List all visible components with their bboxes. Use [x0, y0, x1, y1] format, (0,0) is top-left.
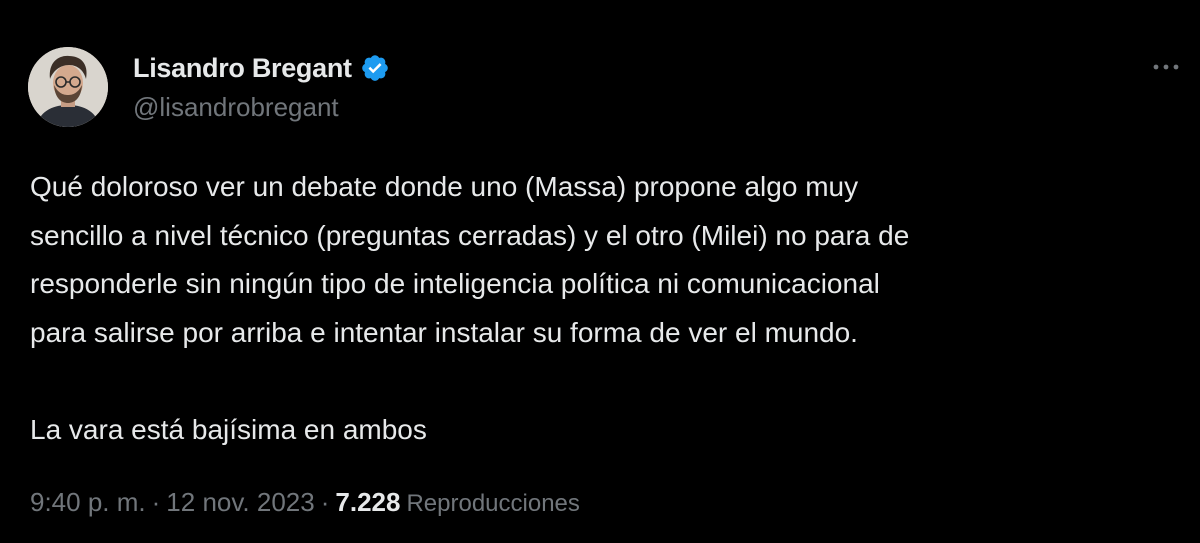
meta-separator: ·: [320, 487, 330, 517]
avatar[interactable]: [28, 47, 108, 127]
avatar-image: [28, 47, 108, 127]
author-handle[interactable]: @lisandrobregant: [133, 92, 339, 123]
more-options-button[interactable]: [1146, 50, 1186, 86]
tweet-card: Lisandro Bregant @lisandrobregant Qué do…: [0, 0, 1200, 543]
author-display-name[interactable]: Lisandro Bregant: [133, 53, 352, 84]
more-horizontal-icon: [1151, 59, 1181, 77]
tweet-meta: 9:40 p. m. · 12 nov. 2023 · 7.228 Reprod…: [30, 487, 580, 518]
meta-separator: ·: [151, 487, 161, 517]
verified-badge-icon[interactable]: [360, 53, 390, 83]
tweet-time[interactable]: 9:40 p. m.: [30, 487, 146, 518]
views-label: Reproducciones: [406, 490, 580, 517]
tweet-text: Qué doloroso ver un debate donde uno (Ma…: [30, 171, 910, 445]
tweet-date[interactable]: 12 nov. 2023: [166, 487, 314, 518]
views-count[interactable]: 7.228: [335, 487, 400, 518]
author-name-row: Lisandro Bregant: [133, 50, 390, 86]
